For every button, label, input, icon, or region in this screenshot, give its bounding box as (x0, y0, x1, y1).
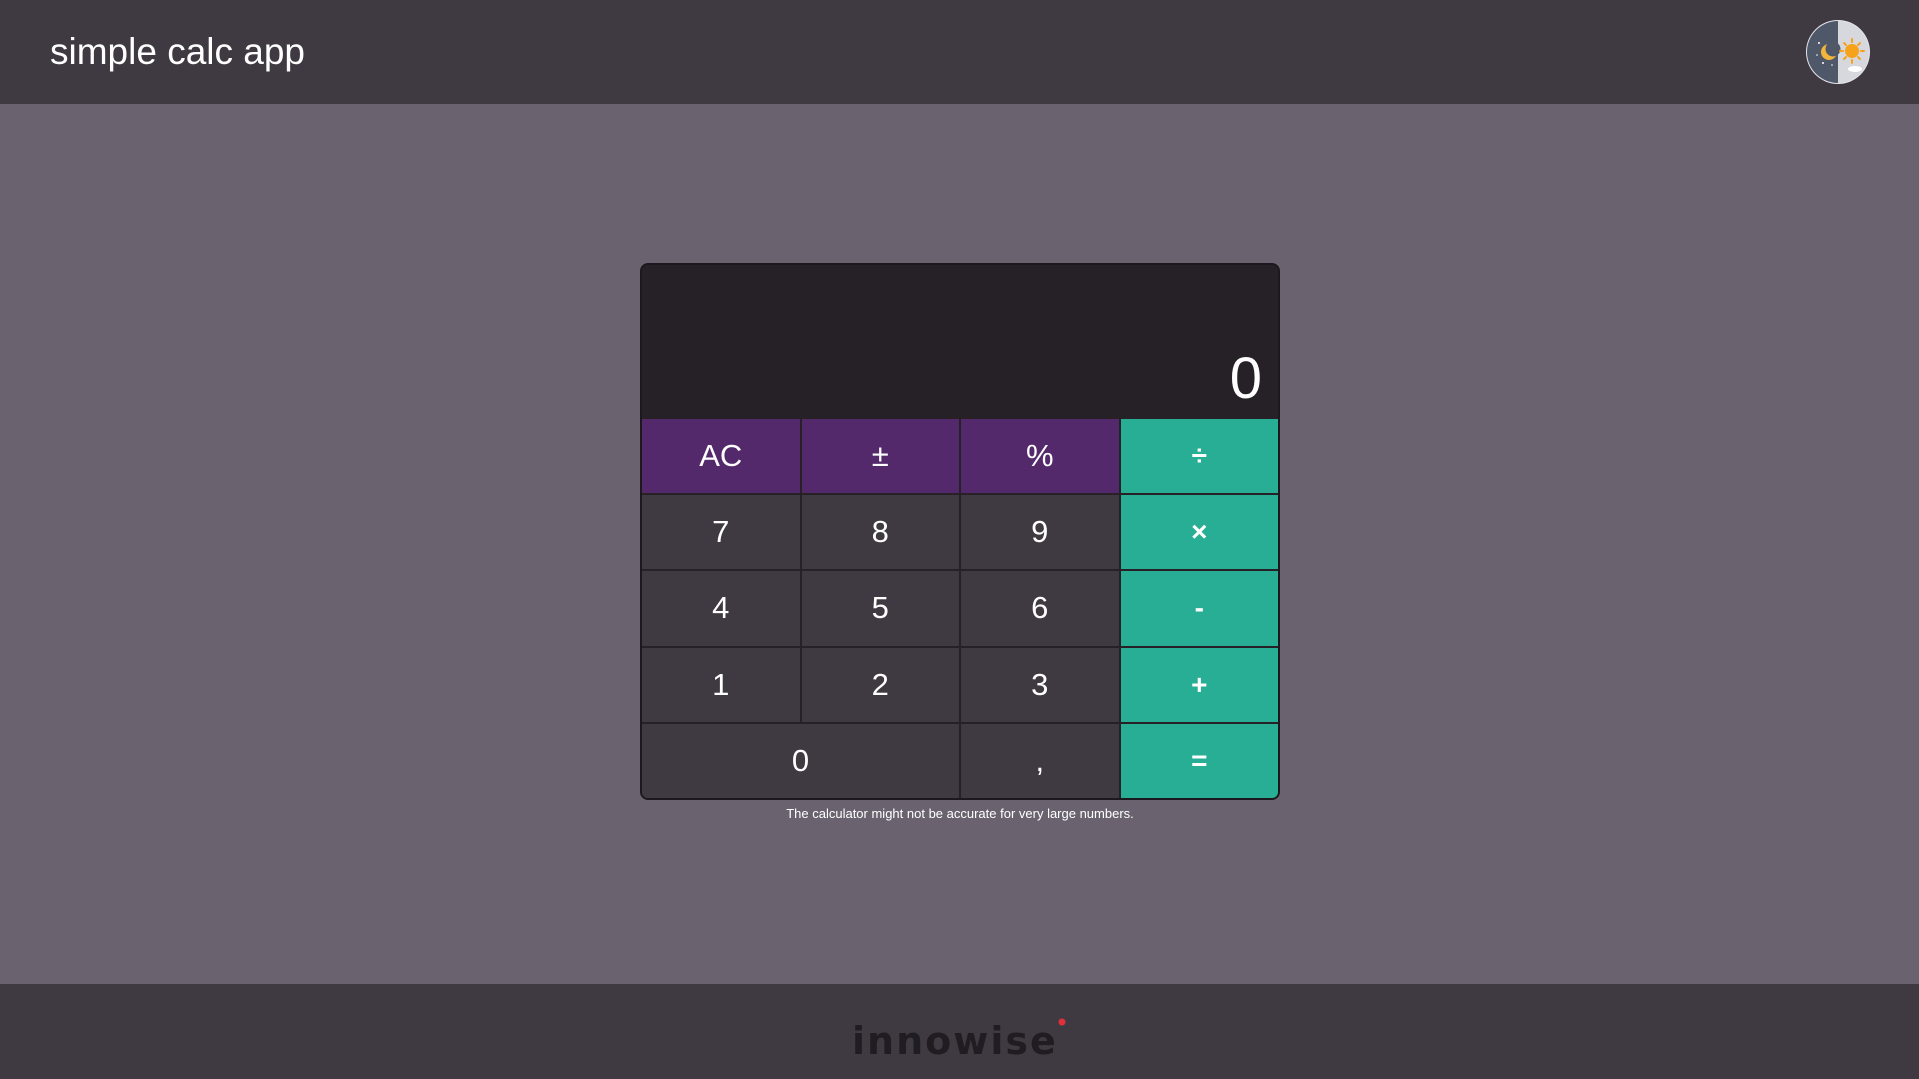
digit-6-button[interactable]: 6 (961, 571, 1119, 646)
keypad: AC ±% ÷ 7 8 9 × 4 5 6- 1 2 3 +0, = (642, 419, 1278, 798)
calculator: 0 AC ±% ÷ 7 8 9 × 4 5 6- 1 2 3 +0, = (640, 263, 1280, 800)
decimal-button[interactable]: , (961, 723, 1119, 798)
digit-8-button[interactable]: 8 (801, 495, 959, 570)
subtract-button[interactable]: - (1120, 571, 1278, 646)
digit-9-button[interactable]: 9 (961, 495, 1119, 570)
accuracy-disclaimer: The calculator might not be accurate for… (786, 806, 1134, 821)
innowise-logo: innowise (852, 1018, 1066, 1060)
all-clear-button[interactable]: AC (642, 419, 800, 494)
equals-button[interactable]: = (1120, 723, 1278, 798)
add-button[interactable]: + (1120, 647, 1278, 722)
day-night-toggle-icon (1806, 20, 1870, 84)
toggle-sign-button[interactable]: ± (801, 419, 959, 494)
main-area: 0 AC ±% ÷ 7 8 9 × 4 5 6- 1 2 3 +0, = The calculator mi… (0, 104, 1919, 984)
digit-7-button[interactable]: 7 (642, 495, 800, 570)
app-title: simple calc app (50, 31, 306, 72)
digit-2-button[interactable]: 2 (801, 647, 959, 722)
digit-1-button[interactable]: 1 (642, 647, 800, 722)
app-footer: innowise (0, 984, 1919, 1079)
digit-3-button[interactable]: 3 (961, 647, 1119, 722)
svg-text:innowise: innowise (852, 1019, 1058, 1060)
percent-button[interactable]: % (961, 419, 1119, 494)
display-value: 0 (1229, 346, 1262, 411)
digit-4-button[interactable]: 4 (642, 571, 800, 646)
digit-5-button[interactable]: 5 (801, 571, 959, 646)
multiply-button[interactable]: × (1120, 495, 1278, 570)
calculator-display: 0 (642, 265, 1278, 419)
theme-toggle-button[interactable] (1805, 19, 1871, 85)
app-header: simple calc app (0, 0, 1919, 104)
divide-button[interactable]: ÷ (1120, 419, 1278, 494)
digit-0-button[interactable]: 0 (642, 723, 959, 798)
